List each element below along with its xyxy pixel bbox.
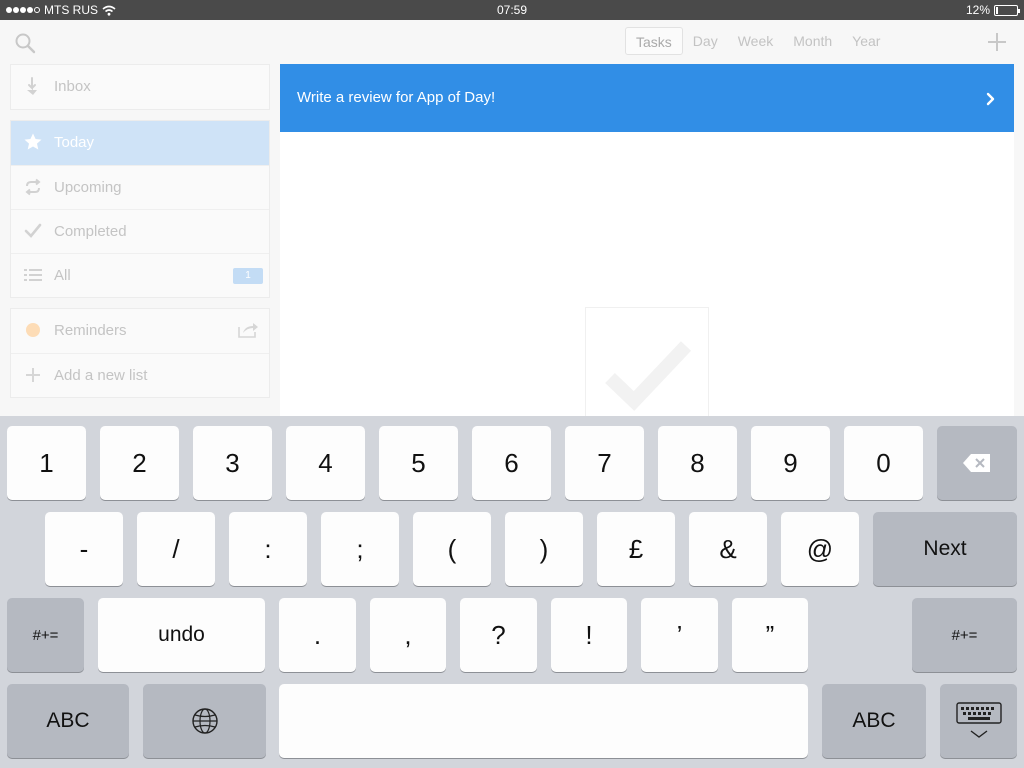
- tab-tasks[interactable]: Tasks: [625, 27, 683, 55]
- search-icon[interactable]: [14, 32, 36, 54]
- key-open-paren[interactable]: (: [413, 512, 491, 586]
- task-title-input[interactable]: [297, 89, 957, 106]
- key-close-paren[interactable]: ): [505, 512, 583, 586]
- key-hyphen[interactable]: -: [45, 512, 123, 586]
- abc-key-left[interactable]: ABC: [7, 684, 129, 758]
- key-exclamation[interactable]: !: [551, 598, 627, 672]
- dismiss-keyboard-key[interactable]: [940, 684, 1017, 758]
- more-symbols-key-left[interactable]: #+=: [7, 598, 84, 672]
- sidebar-item-upcoming[interactable]: Upcoming: [11, 165, 269, 209]
- clock: 07:59: [496, 3, 528, 17]
- key-5[interactable]: 5: [379, 426, 458, 500]
- sidebar-item-add-list[interactable]: Add a new list: [11, 353, 269, 397]
- key-quote[interactable]: ”: [732, 598, 808, 672]
- key-0[interactable]: 0: [844, 426, 923, 500]
- sidebar-item-today[interactable]: Today: [11, 121, 269, 165]
- sidebar-item-all[interactable]: All 1: [11, 253, 269, 297]
- sidebar-item-label: Add a new list: [54, 367, 148, 384]
- sidebar-item-reminders[interactable]: Reminders: [11, 309, 269, 353]
- star-icon: [24, 133, 42, 150]
- key-9[interactable]: 9: [751, 426, 830, 500]
- battery-fill: [996, 6, 998, 14]
- status-bar: MTS RUS 07:59 12%: [0, 0, 1024, 20]
- tab-year[interactable]: Year: [842, 27, 890, 55]
- key-6[interactable]: 6: [472, 426, 551, 500]
- key-7[interactable]: 7: [565, 426, 644, 500]
- sidebar-item-inbox[interactable]: Inbox: [11, 65, 269, 109]
- empty-state-illustration: [585, 307, 709, 416]
- backspace-icon: [963, 454, 990, 472]
- sidebar-item-label: Inbox: [54, 78, 91, 95]
- tab-month[interactable]: Month: [783, 27, 842, 55]
- check-icon: [24, 223, 42, 238]
- key-slash[interactable]: /: [137, 512, 215, 586]
- key-8[interactable]: 8: [658, 426, 737, 500]
- chevron-right-icon[interactable]: [986, 92, 996, 106]
- key-period[interactable]: .: [279, 598, 356, 672]
- plus-icon: [26, 368, 40, 382]
- orange-dot-icon: [26, 323, 40, 337]
- sidebar-item-label: Upcoming: [54, 179, 122, 196]
- share-icon[interactable]: [237, 321, 259, 339]
- undo-key[interactable]: undo: [98, 598, 265, 672]
- status-right: 12%: [965, 3, 1020, 17]
- key-comma[interactable]: ,: [370, 598, 446, 672]
- key-pound[interactable]: £: [597, 512, 675, 586]
- view-tabs: Tasks Day Week Month Year: [625, 27, 890, 55]
- inbox-icon: [27, 77, 37, 95]
- list-icon: [24, 269, 42, 281]
- sidebar-group-lists: Reminders Add a new list: [10, 308, 270, 398]
- plus-icon[interactable]: [986, 31, 1008, 53]
- battery-icon: [994, 4, 1020, 16]
- key-apostrophe[interactable]: ’: [641, 598, 718, 672]
- key-3[interactable]: 3: [193, 426, 272, 500]
- tab-week[interactable]: Week: [728, 27, 784, 55]
- sidebar-item-label: Completed: [54, 223, 127, 240]
- count-badge: 1: [233, 268, 263, 284]
- next-key[interactable]: Next: [873, 512, 1017, 586]
- space-key[interactable]: [279, 684, 808, 758]
- key-semicolon[interactable]: ;: [321, 512, 399, 586]
- key-2[interactable]: 2: [100, 426, 179, 500]
- sidebar-group-smart-lists: Today Upcoming Completed All 1: [10, 120, 270, 298]
- sidebar-item-label: Today: [54, 134, 95, 151]
- globe-icon: [191, 708, 218, 734]
- task-pane: [280, 64, 1014, 416]
- check-icon: [605, 341, 692, 411]
- sidebar-item-completed[interactable]: Completed: [11, 209, 269, 253]
- key-ampersand[interactable]: &: [689, 512, 767, 586]
- delete-key[interactable]: [937, 426, 1017, 500]
- toolbar: Tasks Day Week Month Year: [0, 20, 1024, 64]
- repeat-icon: [25, 178, 41, 196]
- key-4[interactable]: 4: [286, 426, 365, 500]
- more-symbols-key-right[interactable]: #+=: [912, 598, 1017, 672]
- keyboard: 1 2 3 4 5 6 7 8 9 0 - / : ; ( ) £ & @ Ne…: [0, 416, 1024, 768]
- battery-percent: 12%: [965, 3, 990, 17]
- key-1[interactable]: 1: [7, 426, 86, 500]
- key-question[interactable]: ?: [460, 598, 537, 672]
- abc-key-right[interactable]: ABC: [822, 684, 926, 758]
- tab-day[interactable]: Day: [683, 27, 728, 55]
- key-at[interactable]: @: [781, 512, 859, 586]
- sidebar-item-label: Reminders: [54, 322, 127, 339]
- sidebar-item-label: All: [54, 267, 71, 284]
- sidebar: Inbox Today Upcoming Completed All 1 Rem…: [10, 64, 270, 398]
- globe-key[interactable]: [143, 684, 266, 758]
- keyboard-dismiss-icon: [955, 702, 1002, 738]
- task-editor-bar: [280, 64, 1014, 132]
- key-colon[interactable]: :: [229, 512, 307, 586]
- sidebar-group-inbox: Inbox: [10, 64, 270, 110]
